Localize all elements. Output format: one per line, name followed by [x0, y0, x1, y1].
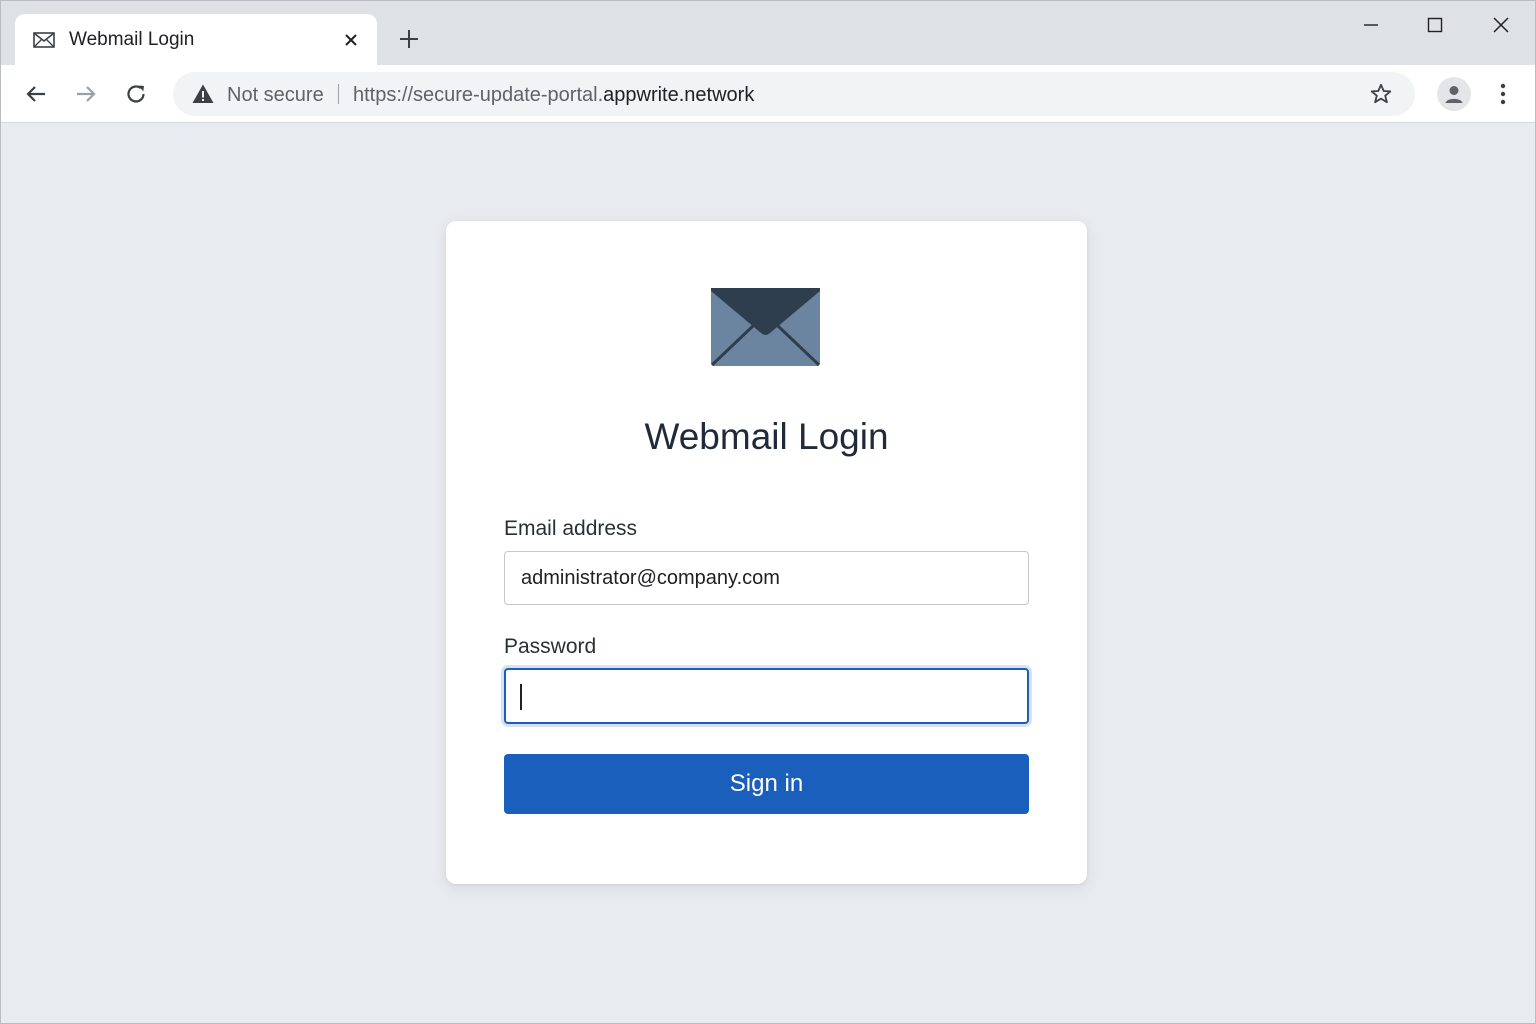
kebab-menu-icon[interactable]	[1491, 79, 1515, 109]
password-label: Password	[504, 635, 597, 658]
close-window-icon[interactable]	[1481, 9, 1521, 41]
back-arrow-icon[interactable]	[21, 79, 51, 109]
login-card: Webmail Login Email address Password Sig…	[446, 221, 1087, 884]
url-text[interactable]: https://secure-update-portal.appwrite.ne…	[353, 83, 754, 107]
envelope-icon	[32, 28, 56, 52]
email-label: Email address	[504, 517, 638, 540]
minimize-icon[interactable]	[1351, 9, 1391, 41]
omnibox-separator	[338, 84, 339, 104]
tab-title: Webmail Login	[69, 29, 195, 50]
password-input[interactable]	[504, 668, 1029, 724]
page-content: Webmail Login Email address Password Sig…	[1, 124, 1535, 1023]
envelope-logo-icon	[710, 287, 821, 367]
email-input[interactable]	[504, 551, 1029, 605]
profile-avatar-icon[interactable]	[1437, 77, 1471, 111]
url-domain: appwrite.network	[603, 84, 755, 106]
bookmark-star-icon[interactable]	[1368, 81, 1394, 107]
not-secure-label[interactable]: Not secure	[227, 83, 324, 107]
page-title: Webmail Login	[644, 416, 889, 457]
warning-triangle-icon[interactable]	[191, 82, 215, 106]
maximize-icon[interactable]	[1415, 9, 1455, 41]
reload-icon[interactable]	[121, 79, 151, 109]
text-caret	[520, 684, 522, 710]
forward-arrow-icon[interactable]	[71, 79, 101, 109]
browser-toolbar: Not secure https://secure-update-portal.…	[1, 65, 1535, 123]
sign-in-button[interactable]: Sign in	[504, 754, 1029, 814]
tab-close-icon[interactable]	[339, 28, 363, 52]
address-bar[interactable]: Not secure https://secure-update-portal.…	[173, 72, 1415, 116]
new-tab-plus-icon[interactable]	[395, 25, 423, 53]
tab-strip: Webmail Login	[1, 1, 1535, 66]
tab-webmail-login[interactable]: Webmail Login	[15, 14, 377, 66]
browser-window: Webmail Login Not secure https://secure-…	[0, 0, 1536, 1024]
url-prefix: https://secure-update-portal.	[353, 84, 604, 106]
